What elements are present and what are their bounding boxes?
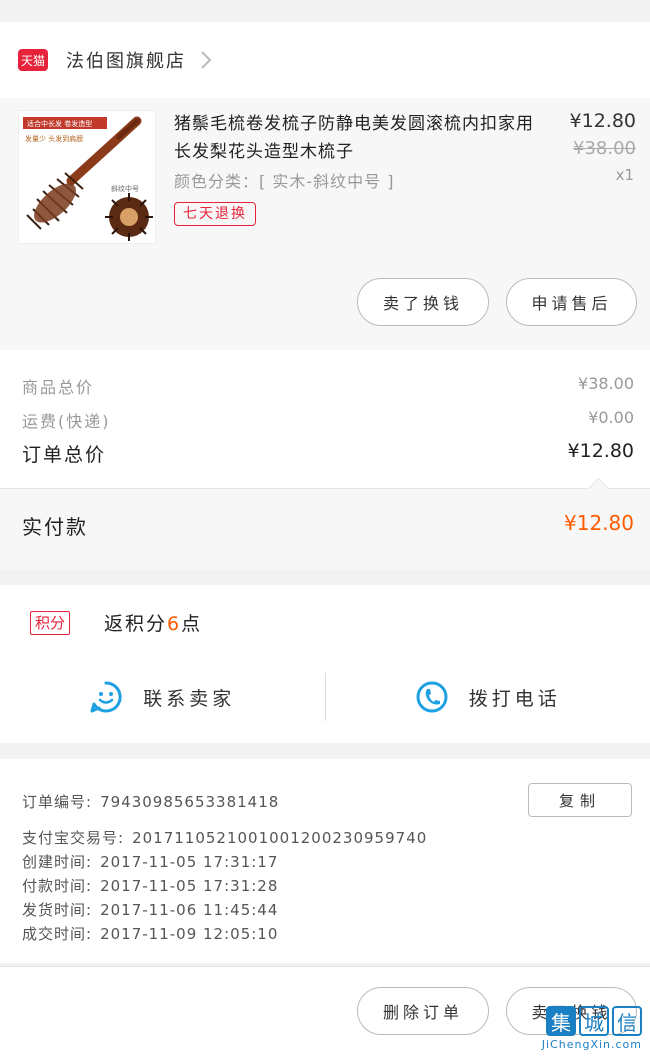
order-total-value: ¥12.80 <box>568 440 634 467</box>
sell-for-cash-button[interactable]: 卖了换钱 <box>357 278 489 326</box>
delete-order-button[interactable]: 删除订单 <box>357 987 489 1035</box>
paid-time-line: 付款时间: 2017-11-05 17:31:28 <box>22 875 278 896</box>
seven-day-return-badge: 七天退换 <box>174 202 256 226</box>
call-phone-label: 拨打电话 <box>469 684 561 711</box>
order-number-label: 订单编号: <box>22 793 92 811</box>
goods-total-row: 商品总价 ¥38.00 <box>22 374 634 398</box>
alipay-number-label: 支付宝交易号: <box>22 829 124 847</box>
completed-time-value: 2017-11-09 12:05:10 <box>100 925 278 943</box>
watermark: 集 城 信 JiChengXin.com <box>542 1006 642 1051</box>
points-value: 6 <box>167 613 181 635</box>
product-image-banner: 适合中长发 卷发造型 <box>27 119 92 128</box>
shipped-time-value: 2017-11-06 11:45:44 <box>100 901 278 919</box>
product-quantity: x1 <box>616 166 634 184</box>
actual-payment-label: 实付款 <box>22 511 88 540</box>
product-image-label: 斜纹中号 <box>111 184 139 193</box>
watermark-char-1: 集 <box>546 1006 576 1036</box>
section-gap <box>0 569 650 585</box>
store-name[interactable]: 法伯图旗舰店 <box>66 47 186 73</box>
phone-icon <box>415 680 449 714</box>
goods-total-label: 商品总价 <box>22 374 94 398</box>
copy-button[interactable]: 复制 <box>528 783 632 817</box>
order-number-value: 79430985653381418 <box>100 793 279 811</box>
points-suffix: 点 <box>181 613 202 635</box>
product-variant: 颜色分类：[ 实木-斜纹中号 ] <box>174 168 394 192</box>
actual-payment-row: 实付款 ¥12.80 <box>22 511 634 540</box>
completed-time-label: 成交时间: <box>22 925 92 943</box>
alipay-number-line: 支付宝交易号: 2017110521001001200230959740 <box>22 827 427 848</box>
contact-seller-label: 联系卖家 <box>143 684 235 711</box>
paid-time-label: 付款时间: <box>22 877 92 895</box>
points-text: 返积分6点 <box>104 609 202 636</box>
after-sale-button[interactable]: 申请售后 <box>506 278 637 326</box>
product-image[interactable]: 适合中长发 卷发造型 发量少 头发到肩膀 斜纹中号 <box>18 110 156 244</box>
top-spacer <box>0 0 650 22</box>
created-time-value: 2017-11-05 17:31:17 <box>100 853 278 871</box>
completed-time-line: 成交时间: 2017-11-09 12:05:10 <box>22 923 278 944</box>
watermark-url: JiChengXin.com <box>542 1038 642 1051</box>
paid-time-value: 2017-11-05 17:31:28 <box>100 877 278 895</box>
shipping-label: 运费(快递) <box>22 408 111 432</box>
contact-seller-button[interactable]: 联系卖家 <box>0 669 325 725</box>
chat-bubble-icon <box>89 680 123 714</box>
product-price: ¥12.80 <box>570 110 636 132</box>
shipped-time-line: 发货时间: 2017-11-06 11:45:44 <box>22 899 278 920</box>
points-prefix: 返积分 <box>104 613 167 635</box>
contact-row: 联系卖家 拨打电话 <box>0 669 650 725</box>
created-time-label: 创建时间: <box>22 853 92 871</box>
store-header[interactable]: 天猫 法伯图旗舰店 <box>0 22 650 98</box>
order-info-section: 订单编号: 79430985653381418 复制 支付宝交易号: 2017110… <box>0 759 650 963</box>
points-contact-section: 积分 返积分6点 联系卖家 拨打电话 <box>0 585 650 743</box>
chevron-right-icon[interactable] <box>200 50 212 70</box>
watermark-logo: 集 城 信 <box>542 1006 642 1036</box>
product-original-price: ¥38.00 <box>573 138 636 159</box>
product-image-sub: 发量少 头发到肩膀 <box>25 134 83 143</box>
brush-image-icon: 适合中长发 卷发造型 发量少 头发到肩膀 斜纹中号 <box>19 111 155 243</box>
watermark-char-2: 城 <box>579 1006 609 1036</box>
product-card[interactable]: 适合中长发 卷发造型 发量少 头发到肩膀 斜纹中号 <box>0 98 650 350</box>
order-number-line: 订单编号: 79430985653381418 <box>22 791 279 812</box>
call-phone-button[interactable]: 拨打电话 <box>326 669 650 725</box>
goods-total-value: ¥38.00 <box>578 374 634 398</box>
shipped-time-label: 发货时间: <box>22 901 92 919</box>
shipping-row: 运费(快递) ¥0.00 <box>22 408 634 432</box>
actual-payment-section: 实付款 ¥12.80 <box>0 488 650 569</box>
alipay-number-value: 2017110521001001200230959740 <box>132 829 427 847</box>
watermark-char-3: 信 <box>612 1006 642 1036</box>
created-time-line: 创建时间: 2017-11-05 17:31:17 <box>22 851 278 872</box>
shipping-value: ¥0.00 <box>588 408 634 432</box>
price-summary: 商品总价 ¥38.00 运费(快递) ¥0.00 订单总价 ¥12.80 <box>0 350 650 488</box>
tmall-logo-icon: 天猫 <box>18 49 48 71</box>
actual-payment-value: ¥12.80 <box>564 511 634 540</box>
order-total-label: 订单总价 <box>22 440 106 467</box>
order-total-row: 订单总价 ¥12.80 <box>22 440 634 467</box>
points-badge: 积分 <box>30 611 70 635</box>
product-title[interactable]: 猪鬃毛梳卷发梳子防静电美发圆滚梳内扣家用长发梨花头造型木梳子 <box>174 110 534 166</box>
